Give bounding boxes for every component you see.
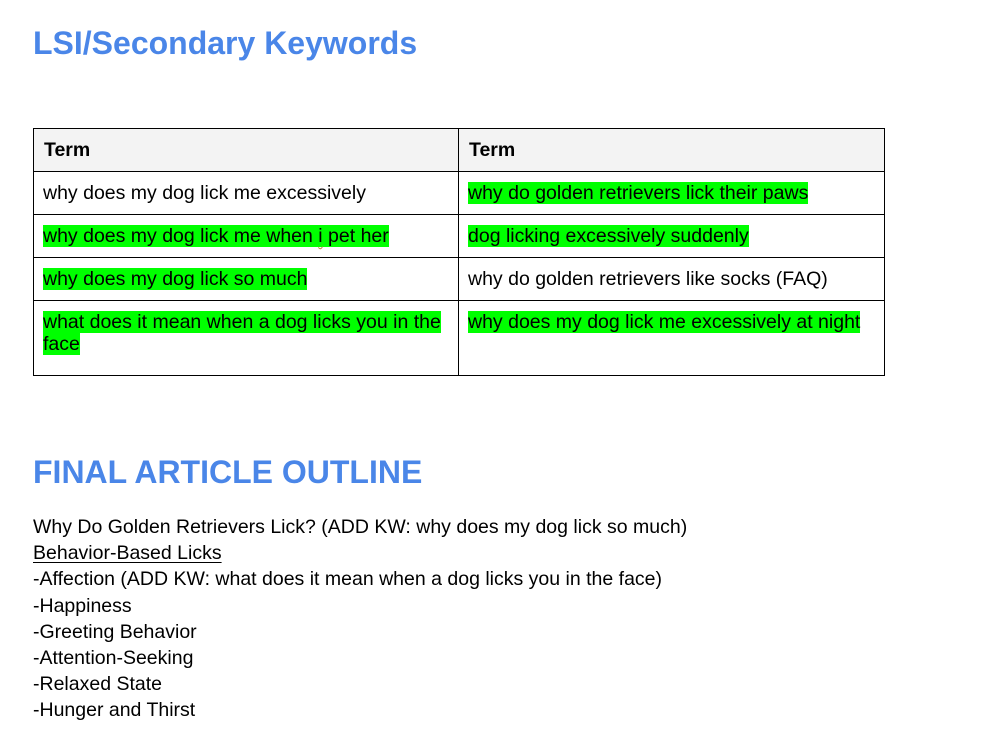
table-cell[interactable]: why does my dog lick me excessively at n… <box>458 300 885 376</box>
outline-item: -Relaxed State <box>33 673 162 696</box>
table-cell[interactable]: why do golden retrievers lick their paws <box>458 171 885 215</box>
keyword-table: Term Term why does my dog lick me excess… <box>33 128 885 376</box>
lsi-keywords-heading: LSI/Secondary Keywords <box>33 25 418 61</box>
keyword-text-highlighted: why does my dog lick me when i pet her <box>43 225 389 247</box>
keyword-text: why do golden retrievers like socks (FAQ… <box>468 268 828 290</box>
outline-item: -Affection (ADD KW: what does it mean wh… <box>33 568 662 591</box>
table-cell[interactable]: what does it mean when a dog licks you i… <box>33 300 459 376</box>
article-outline-heading: FINAL ARTICLE OUTLINE <box>33 454 423 490</box>
outline-subheading: Behavior-Based Licks <box>33 542 222 565</box>
table-row: why does my dog lick me when i pet her d… <box>33 214 885 258</box>
keyword-text-highlighted: dog licking excessively suddenly <box>468 225 749 247</box>
table-row: why does my dog lick me excessively why … <box>33 171 885 215</box>
table-row: why does my dog lick so much why do gold… <box>33 257 885 301</box>
table-header-row: Term Term <box>33 128 885 172</box>
column-header: Term <box>458 128 885 172</box>
keyword-text: why does my dog lick me excessively <box>43 182 366 204</box>
keyword-text-highlighted: why do golden retrievers lick their paws <box>468 182 809 204</box>
keyword-text-part: why does my dog lick me when <box>43 225 319 247</box>
table-cell[interactable]: why does my dog lick so much <box>33 257 459 301</box>
outline-item: -Greeting Behavior <box>33 620 197 643</box>
keyword-text-highlighted: what does it mean when a dog licks you i… <box>43 311 441 355</box>
outline-item: -Hunger and Thirst <box>33 699 196 722</box>
keyword-text-highlighted: why does my dog lick me excessively at n… <box>468 311 861 333</box>
outline-item: -Attention-Seeking <box>33 647 194 670</box>
table-cell[interactable]: why does my dog lick me excessively <box>33 171 459 215</box>
article-outline: Why Do Golden Retrievers Lick? (ADD KW: … <box>33 514 687 724</box>
outline-item: -Happiness <box>33 594 132 617</box>
column-header: Term <box>33 128 459 172</box>
keyword-text-part: pet her <box>322 225 389 247</box>
outline-title-line: Why Do Golden Retrievers Lick? (ADD KW: … <box>33 516 688 538</box>
table-row: what does it mean when a dog licks you i… <box>33 300 885 376</box>
keyword-text-highlighted: why does my dog lick so much <box>43 268 308 290</box>
table-cell[interactable]: why do golden retrievers like socks (FAQ… <box>458 257 885 301</box>
table-cell[interactable]: dog licking excessively suddenly <box>458 214 885 258</box>
table-cell[interactable]: why does my dog lick me when i pet her <box>33 214 459 258</box>
